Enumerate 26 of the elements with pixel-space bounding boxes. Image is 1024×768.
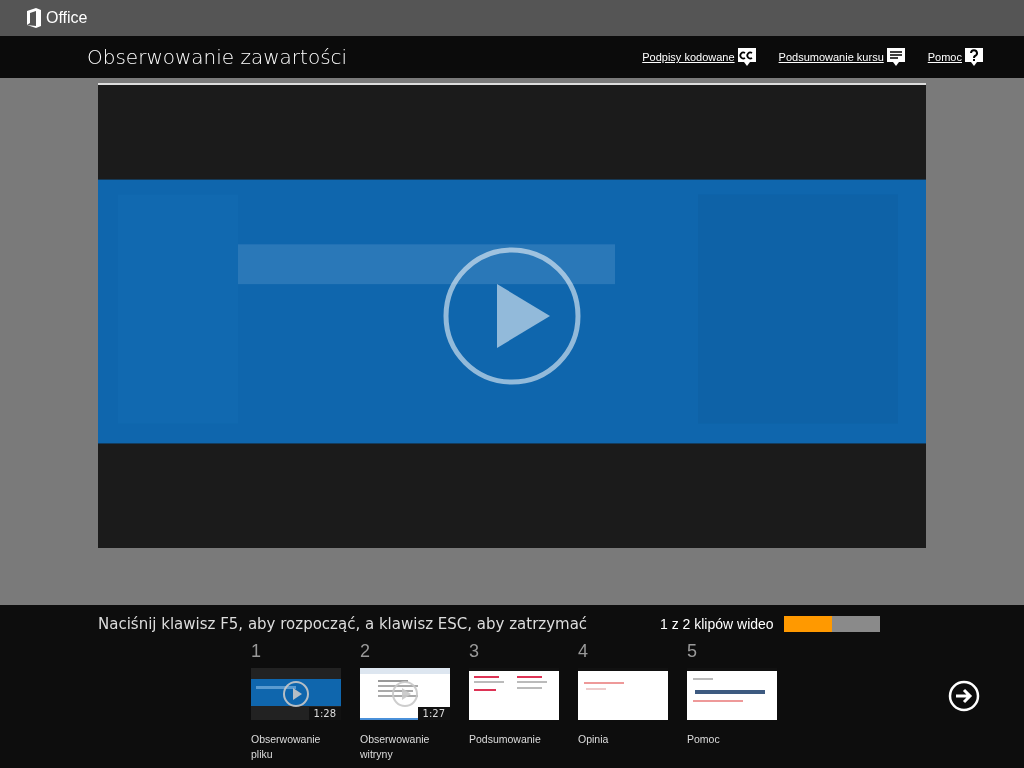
play-icon [391, 680, 419, 708]
clip-number: 5 [687, 641, 698, 662]
header-link[interactable]: Podsumowanie kursu [778, 51, 884, 63]
clip-title[interactable]: Obserwowanie pliku [251, 732, 341, 762]
clip-number: 1 [251, 641, 262, 662]
clip-title[interactable]: Obserwowanie witryny [360, 732, 450, 762]
speech-bubble-icon [885, 47, 906, 67]
header-link[interactable]: Podpisy kodowane [642, 51, 735, 63]
page-title: Obserwowanie zawartości [87, 45, 348, 69]
duration-label: 1:27 [417, 707, 450, 720]
clip-counter: 1 z 2 klipów wideo [660, 616, 774, 632]
help-icon [964, 47, 984, 67]
brand-name: Office [46, 9, 88, 27]
office-logo-icon [26, 8, 42, 28]
header-link[interactable]: Pomoc [927, 51, 962, 63]
play-icon[interactable] [442, 246, 582, 386]
duration-label: 1:28 [308, 707, 341, 720]
closed-captions-icon [736, 47, 757, 67]
keyboard-hint: Naciśnij klawisz F5, aby rozpocząć, a klawisz ESC, aby zatrzymać [98, 615, 589, 633]
play-icon [282, 680, 310, 708]
clip-title[interactable]: Podsumowanie [469, 732, 559, 747]
clip-title[interactable]: Pomoc [687, 732, 777, 747]
clip-number: 3 [469, 641, 480, 662]
clip-title[interactable]: Opinia [578, 732, 668, 747]
clip-number: 4 [578, 641, 589, 662]
clip-number: 2 [360, 641, 371, 662]
